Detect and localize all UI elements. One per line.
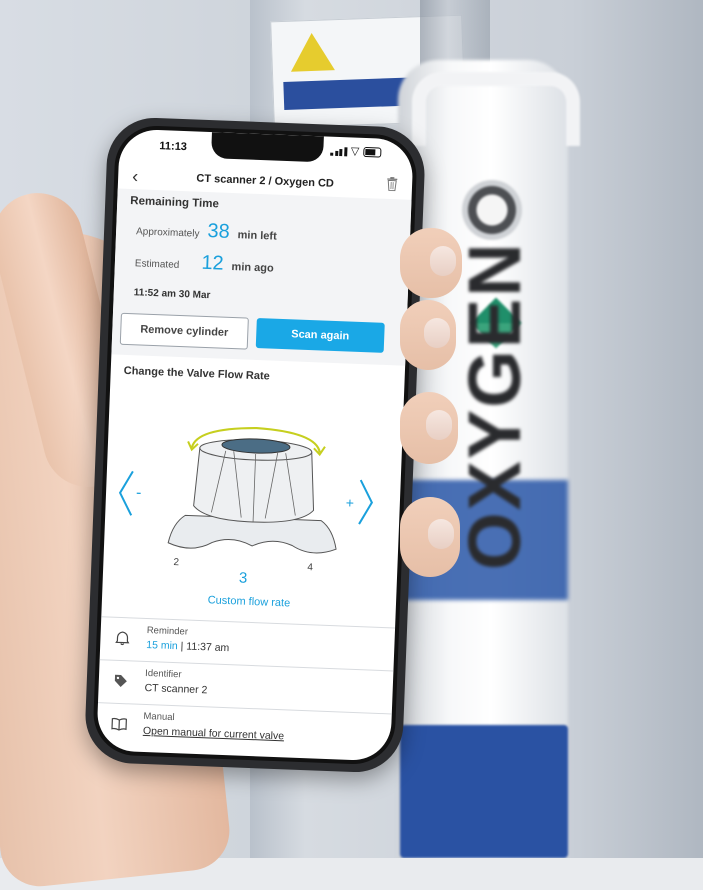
finger-middle xyxy=(400,300,456,370)
book-icon xyxy=(111,716,128,733)
custom-flow-rate-link[interactable]: Custom flow rate xyxy=(102,590,396,613)
approx-value: 38 xyxy=(207,220,230,244)
flow-value-right[interactable]: 4 xyxy=(307,562,313,573)
cylinder-gauge xyxy=(462,180,522,240)
decrease-arrow-icon[interactable]: - xyxy=(119,471,142,516)
decrease-sign: - xyxy=(136,484,142,501)
increase-sign: + xyxy=(346,495,355,511)
estimated-row: Estimated 12 min ago xyxy=(135,249,275,277)
finger-ring xyxy=(400,392,458,464)
scan-again-button[interactable]: Scan again xyxy=(256,318,385,353)
details-list: Reminder 15 min | 11:37 am Identifier CT… xyxy=(96,616,395,756)
tag-icon xyxy=(113,673,130,690)
signal-icon xyxy=(330,147,347,157)
timestamp: 11:52 am 30 Mar xyxy=(134,287,211,301)
flow-value-left[interactable]: 2 xyxy=(173,557,179,568)
app-screen: 11:13 ▽ ‹ CT scanner 2 / Oxygen CD xyxy=(96,129,414,762)
remove-cylinder-button[interactable]: Remove cylinder xyxy=(120,313,249,350)
valve-knob-icon xyxy=(168,436,340,554)
valve-dial[interactable]: - + xyxy=(111,401,390,591)
finger-index xyxy=(400,228,462,298)
phone-notch xyxy=(211,132,324,162)
cylinder-base xyxy=(400,725,568,858)
cylinder-handle xyxy=(412,72,580,146)
remaining-time-panel: Remaining Time Approximately 38 min left… xyxy=(111,189,411,366)
approx-unit: min left xyxy=(237,229,277,242)
chevron-left-icon[interactable]: ‹ xyxy=(132,166,139,187)
approx-label: Approximately xyxy=(136,226,200,239)
reminder-label: Reminder xyxy=(147,625,189,638)
remaining-time-heading: Remaining Time xyxy=(130,195,219,210)
reminder-time: | 11:37 am xyxy=(178,640,230,654)
wifi-icon: ▽ xyxy=(351,146,360,156)
identifier-label: Identifier xyxy=(145,668,182,680)
page-title: CT scanner 2 / Oxygen CD xyxy=(158,171,372,191)
increase-arrow-icon[interactable]: + xyxy=(345,480,373,525)
approx-row: Approximately 38 min left xyxy=(136,217,278,245)
cylinder-label: OXYGEN xyxy=(452,241,537,570)
finger-little xyxy=(400,497,460,577)
battery-icon xyxy=(363,147,381,158)
estimated-unit: min ago xyxy=(231,261,274,275)
estimated-value: 12 xyxy=(201,252,224,276)
manual-label: Manual xyxy=(143,711,175,723)
estimated-label: Estimated xyxy=(135,258,180,271)
reminder-value: 15 min | 11:37 am xyxy=(146,639,229,654)
smartphone: 11:13 ▽ ‹ CT scanner 2 / Oxygen CD xyxy=(84,116,427,774)
valve-heading: Change the Valve Flow Rate xyxy=(124,365,270,383)
status-time: 11:13 xyxy=(159,140,187,153)
flow-value-current: 3 xyxy=(239,569,248,586)
reminder-duration: 15 min xyxy=(146,639,178,652)
bell-icon xyxy=(114,630,131,647)
manual-link[interactable]: Open manual for current valve xyxy=(143,725,285,742)
trash-icon[interactable] xyxy=(386,177,399,191)
identifier-value: CT scanner 2 xyxy=(144,682,207,696)
